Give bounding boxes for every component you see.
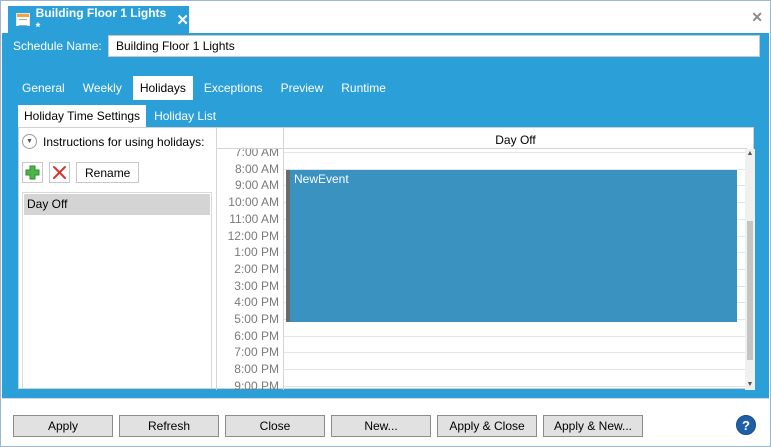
time-label: 2:00 PM xyxy=(234,261,279,276)
time-label: 8:00 AM xyxy=(234,161,279,176)
time-slot-line xyxy=(284,335,747,337)
tab-runtime[interactable]: Runtime xyxy=(332,76,395,100)
calendar-header-gutter xyxy=(217,128,284,149)
list-item[interactable]: Day Off xyxy=(24,194,210,215)
rename-button[interactable]: Rename xyxy=(76,162,140,183)
scroll-up-icon[interactable]: ▲ xyxy=(745,149,755,159)
holiday-content: ▼ Instructions for using holidays: Renam… xyxy=(18,127,755,390)
tab-exceptions[interactable]: Exceptions xyxy=(195,76,272,100)
holiday-sub-tabs: Holiday Time Settings Holiday List xyxy=(18,105,224,127)
close-button[interactable]: Close xyxy=(225,415,325,437)
holiday-list: Day Off xyxy=(22,192,212,389)
tab-close-icon[interactable]: ✕ xyxy=(176,11,189,29)
tab-holiday-list[interactable]: Holiday List xyxy=(146,105,224,127)
document-tab-title: Building Floor 1 Lights * xyxy=(35,5,167,34)
time-label: 9:00 PM xyxy=(234,378,279,390)
schedule-name-row: Schedule Name: xyxy=(2,33,769,61)
new-button[interactable]: New... xyxy=(331,415,431,437)
tab-holiday-time-settings[interactable]: Holiday Time Settings xyxy=(18,105,147,127)
instructions-label: Instructions for using holidays: xyxy=(43,134,205,149)
calendar-scrollbar[interactable]: ▲ ▼ xyxy=(745,149,755,390)
calendar-header: Day Off xyxy=(217,128,747,149)
time-slot-line xyxy=(284,385,747,387)
time-label: 8:00 PM xyxy=(234,362,279,377)
add-holiday-button[interactable] xyxy=(22,162,43,183)
time-label: 9:00 AM xyxy=(234,178,279,193)
time-label: 7:00 PM xyxy=(234,345,279,360)
expand-chevron-icon[interactable]: ▼ xyxy=(22,134,37,149)
time-label: 7:00 AM xyxy=(234,149,279,159)
time-label: 3:00 PM xyxy=(234,278,279,293)
schedule-window: Building Floor 1 Lights * ✕ ✕ Schedule N… xyxy=(0,0,771,447)
help-icon[interactable]: ? xyxy=(736,415,756,435)
time-label: 11:00 AM xyxy=(229,211,279,226)
document-tabstrip: Building Floor 1 Lights * ✕ ✕ xyxy=(1,1,770,34)
time-slot-line xyxy=(284,369,747,371)
delete-x-icon xyxy=(53,166,66,179)
time-label: 6:00 PM xyxy=(234,328,279,343)
time-label: 4:00 PM xyxy=(234,295,279,310)
scroll-thumb[interactable] xyxy=(747,221,753,360)
calendar-day-header: Day Off xyxy=(495,133,536,147)
schedule-panel: General Weekly Holidays Exceptions Previ… xyxy=(13,72,759,390)
holiday-left-pane: ▼ Instructions for using holidays: Renam… xyxy=(19,128,217,390)
day-calendar: Day Off 7:00 AM 8:00 AM 9:00 AM 10:00 AM 11:… xyxy=(217,128,755,390)
time-column: 7:00 AM 8:00 AM 9:00 AM 10:00 AM 11:00 AM 12:… xyxy=(217,149,284,390)
apply-close-button[interactable]: Apply & Close xyxy=(437,415,537,437)
plus-icon xyxy=(25,165,40,180)
editor-area: Schedule Name: General Weekly Holidays E… xyxy=(2,33,769,398)
tab-general[interactable]: General xyxy=(13,76,74,100)
time-slot-line xyxy=(284,152,747,153)
schedule-name-label: Schedule Name: xyxy=(13,39,102,53)
tab-weekly[interactable]: Weekly xyxy=(74,76,131,100)
window-close-icon[interactable]: ✕ xyxy=(751,9,763,26)
holiday-toolbar: Rename xyxy=(22,162,140,183)
schedule-name-input[interactable] xyxy=(108,35,760,57)
apply-new-button[interactable]: Apply & New... xyxy=(543,415,643,437)
document-tab[interactable]: Building Floor 1 Lights * ✕ xyxy=(8,5,189,34)
time-slot-line xyxy=(284,352,747,354)
time-label: 10:00 AM xyxy=(228,195,279,210)
time-label: 5:00 PM xyxy=(234,312,279,326)
time-label: 12:00 PM xyxy=(227,228,279,243)
calendar-event[interactable]: NewEvent xyxy=(286,169,737,322)
tab-preview[interactable]: Preview xyxy=(272,76,333,100)
scroll-down-icon[interactable]: ▼ xyxy=(745,380,755,390)
dialog-footer: Apply Refresh Close New... Apply & Close… xyxy=(2,398,769,446)
tab-holidays[interactable]: Holidays xyxy=(132,76,193,100)
refresh-button[interactable]: Refresh xyxy=(119,415,219,437)
calendar-icon xyxy=(16,13,30,26)
apply-button[interactable]: Apply xyxy=(13,415,113,437)
delete-holiday-button[interactable] xyxy=(49,162,70,183)
time-label: 1:00 PM xyxy=(234,245,279,260)
main-tabs: General Weekly Holidays Exceptions Previ… xyxy=(13,76,395,100)
calendar-body[interactable]: 7:00 AM 8:00 AM 9:00 AM 10:00 AM 11:00 AM 12:… xyxy=(217,149,747,390)
instructions-row: ▼ Instructions for using holidays: xyxy=(22,134,204,149)
